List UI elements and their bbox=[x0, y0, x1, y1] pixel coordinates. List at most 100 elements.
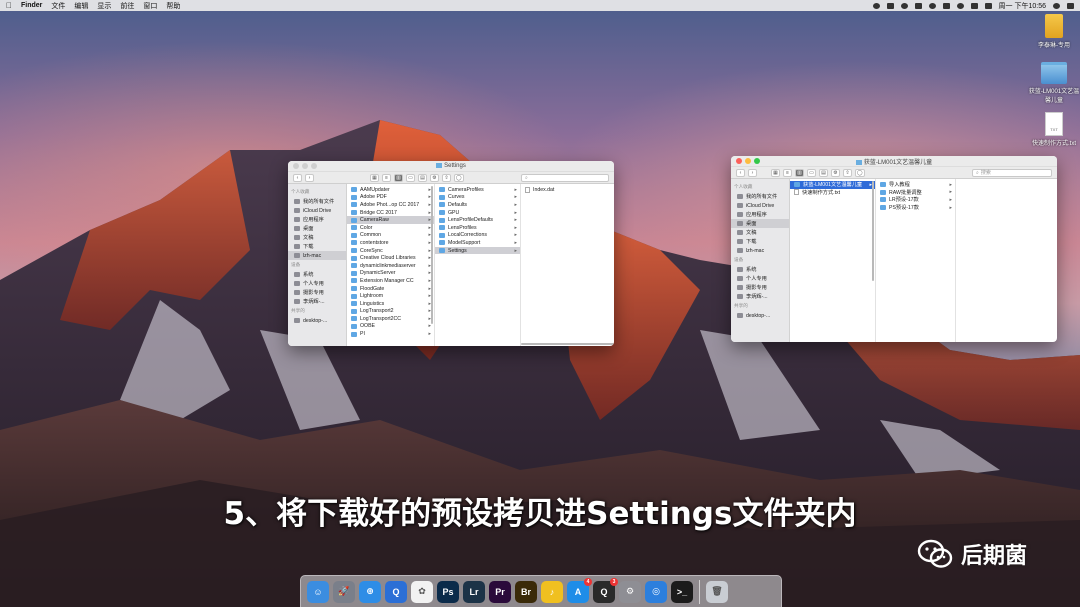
zoom-button[interactable] bbox=[311, 163, 317, 169]
menu-view[interactable]: 显示 bbox=[97, 1, 111, 11]
scrollbar[interactable] bbox=[521, 343, 614, 345]
list-item[interactable]: 导入教程 ▸ bbox=[876, 181, 955, 189]
close-button[interactable] bbox=[293, 163, 299, 169]
menu-help[interactable]: 帮助 bbox=[166, 1, 180, 11]
forward-button[interactable]: › bbox=[305, 173, 314, 182]
minimize-button[interactable] bbox=[745, 158, 751, 164]
status-icon[interactable] bbox=[872, 2, 880, 9]
list-item[interactable]: OOBE ▸ bbox=[347, 323, 434, 331]
sidebar-item-icloud[interactable]: iCloud Drive bbox=[731, 201, 789, 210]
list-item[interactable]: LensProfileDefaults ▸ bbox=[435, 216, 520, 224]
sidebar-item-disk-photo[interactable]: 摄影专用 bbox=[288, 288, 346, 297]
finder-window-lm001[interactable]: 获蓝-LM001文艺温馨儿童 ‹ › ▦ ≡ ▥ ▭ ▤ ⚙ ⇧ ◯ ⌕ 搜索 个… bbox=[731, 156, 1057, 342]
share-button[interactable]: ⇧ bbox=[442, 173, 451, 182]
list-item[interactable]: 获蓝-LM001文艺温馨儿童 ▸ bbox=[790, 181, 875, 189]
sidebar-item-all-files[interactable]: 我的所有文件 bbox=[731, 192, 789, 201]
sidebar-item-all-files[interactable]: 我的所有文件 bbox=[288, 197, 346, 206]
list-item[interactable]: Color ▸ bbox=[347, 224, 434, 232]
window-titlebar[interactable]: Settings bbox=[288, 161, 614, 172]
sidebar-item-disk-li[interactable]: 李炳辉-... bbox=[288, 297, 346, 306]
launchpad-icon[interactable]: 🚀 bbox=[333, 580, 355, 603]
music-icon[interactable]: ♪ bbox=[541, 580, 563, 603]
sidebar-item-disk-li[interactable]: 李炳辉-... bbox=[731, 292, 789, 301]
list-item[interactable]: ModelSupport ▸ bbox=[435, 239, 520, 247]
minimize-button[interactable] bbox=[302, 163, 308, 169]
list-item[interactable]: DynamicServer ▸ bbox=[347, 270, 434, 278]
wifi-icon[interactable] bbox=[956, 2, 964, 9]
scrollbar[interactable] bbox=[872, 181, 874, 281]
status-icon[interactable] bbox=[900, 2, 908, 9]
list-item[interactable]: FloodGate ▸ bbox=[347, 285, 434, 293]
safari-icon[interactable]: ⊕ bbox=[359, 580, 381, 603]
airplay-icon[interactable] bbox=[942, 2, 950, 9]
menu-edit[interactable]: 编辑 bbox=[74, 1, 88, 11]
gallery-view-button[interactable]: ▭ bbox=[807, 168, 816, 177]
input-source-icon[interactable] bbox=[984, 2, 992, 9]
sidebar-item-downloads[interactable]: 下载 bbox=[731, 237, 789, 246]
browser-icon[interactable]: ◎ bbox=[645, 580, 667, 603]
list-item[interactable]: Bridge CC 2017 ▸ bbox=[347, 209, 434, 217]
sidebar-item-shared-desktop[interactable]: desktop-... bbox=[288, 316, 346, 325]
arrange-button[interactable]: ▤ bbox=[418, 173, 427, 182]
scrollbar[interactable] bbox=[431, 186, 433, 324]
arrange-button[interactable]: ▤ bbox=[819, 168, 828, 177]
sidebar-item-applications[interactable]: 应用程序 bbox=[731, 210, 789, 219]
close-button[interactable] bbox=[736, 158, 742, 164]
terminal-icon[interactable]: >_ bbox=[671, 580, 693, 603]
list-item[interactable]: Settings ▸ bbox=[435, 246, 520, 255]
finder-icon[interactable]: ☺ bbox=[307, 580, 329, 603]
quicktime-icon[interactable]: Q bbox=[385, 580, 407, 603]
list-item[interactable]: LogTransport2 ▸ bbox=[347, 308, 434, 316]
menu-window[interactable]: 窗口 bbox=[143, 1, 157, 11]
notification-center-icon[interactable] bbox=[1067, 2, 1074, 9]
share-button[interactable]: ⇧ bbox=[843, 168, 852, 177]
sidebar-item-home[interactable]: lzh-mac bbox=[288, 251, 346, 260]
list-item[interactable]: AAMUpdater ▸ bbox=[347, 186, 434, 194]
desktop-folder-lm001[interactable]: 获蓝-LM001文艺温馨儿童 bbox=[1026, 62, 1080, 104]
back-button[interactable]: ‹ bbox=[736, 168, 745, 177]
list-item[interactable]: 快速制作方式.txt bbox=[790, 189, 875, 197]
list-item[interactable]: LR预设-17款 ▸ bbox=[876, 196, 955, 204]
list-item[interactable]: Lightroom ▸ bbox=[347, 292, 434, 300]
finder-window-settings[interactable]: Settings ‹ › ▦ ≡ ▥ ▭ ▤ ⚙ ⇧ ◯ ⌕ 个人收藏 我的所有… bbox=[288, 161, 614, 346]
column-view-button[interactable]: ▥ bbox=[795, 168, 804, 177]
spotlight-icon[interactable] bbox=[1053, 2, 1060, 9]
list-item[interactable]: CameraProfiles ▸ bbox=[435, 186, 520, 194]
menu-go[interactable]: 前往 bbox=[120, 1, 134, 11]
system-preferences-icon[interactable]: ⚙ bbox=[619, 580, 641, 603]
forward-button[interactable]: › bbox=[748, 168, 757, 177]
premiere-icon[interactable]: Pr bbox=[489, 580, 511, 603]
apple-menu-icon[interactable]:  bbox=[6, 1, 12, 10]
sidebar-item-disk-personal[interactable]: 个人专用 bbox=[288, 279, 346, 288]
zoom-button[interactable] bbox=[754, 158, 760, 164]
sidebar-item-desktop[interactable]: 桌面 bbox=[288, 224, 346, 233]
sidebar-item-documents[interactable]: 文稿 bbox=[288, 233, 346, 242]
sidebar-item-shared-desktop[interactable]: desktop-... bbox=[731, 311, 789, 320]
app-store-icon[interactable]: A4 bbox=[567, 577, 592, 603]
list-item[interactable]: Defaults ▸ bbox=[435, 201, 520, 209]
list-item[interactable]: RAW批量调整 ▸ bbox=[876, 189, 955, 197]
list-item[interactable]: GPU ▸ bbox=[435, 209, 520, 217]
sidebar-item-documents[interactable]: 文稿 bbox=[731, 228, 789, 237]
list-item[interactable]: CoreSync ▸ bbox=[347, 247, 434, 255]
menu-file[interactable]: 文件 bbox=[51, 1, 65, 11]
list-view-button[interactable]: ≡ bbox=[382, 173, 391, 182]
tags-button[interactable]: ◯ bbox=[454, 173, 464, 182]
list-item[interactable]: contentstore ▸ bbox=[347, 239, 434, 247]
list-item[interactable]: Linguistics ▸ bbox=[347, 300, 434, 308]
wechat-status-icon[interactable] bbox=[914, 2, 922, 9]
list-item[interactable]: Extension Manager CC ▸ bbox=[347, 277, 434, 285]
desktop-folder-li[interactable]: 李泰琳-专用 bbox=[1026, 14, 1080, 49]
qq-icon[interactable]: Q3 bbox=[593, 577, 618, 603]
sidebar-item-home[interactable]: lzh-mac bbox=[731, 246, 789, 255]
photos-icon[interactable]: ✿ bbox=[411, 580, 433, 603]
list-item[interactable]: dynamiclinkmediaserver ▸ bbox=[347, 262, 434, 270]
sidebar-item-downloads[interactable]: 下载 bbox=[288, 242, 346, 251]
list-item[interactable]: LensProfiles ▸ bbox=[435, 224, 520, 232]
list-item[interactable]: Adobe Phot...op CC 2017 ▸ bbox=[347, 201, 434, 209]
sidebar-item-disk-personal[interactable]: 个人专用 bbox=[731, 274, 789, 283]
lightroom-icon[interactable]: Lr bbox=[463, 580, 485, 603]
desktop-file-txt[interactable]: TXT 快速制作方式.txt bbox=[1026, 112, 1080, 147]
qq-status-icon[interactable] bbox=[886, 2, 894, 9]
list-item[interactable]: LocalCorrections ▸ bbox=[435, 232, 520, 240]
